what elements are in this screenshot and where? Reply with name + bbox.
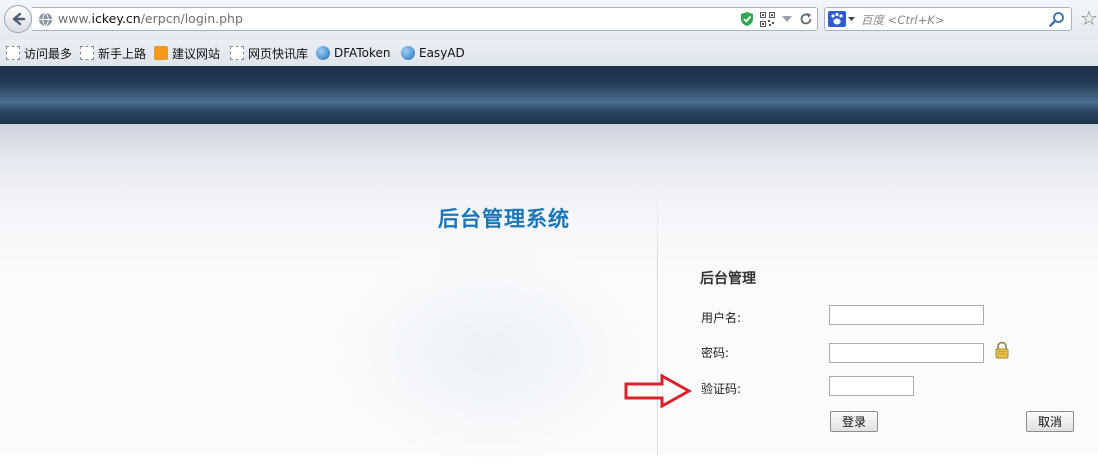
globe-icon (401, 46, 415, 60)
background-glow (330, 244, 650, 464)
back-arrow-icon (12, 12, 26, 26)
url-bar-icons (740, 11, 813, 27)
page-icon (230, 46, 244, 60)
bookmark-label: DFAToken (334, 46, 391, 60)
password-label: 密码: (701, 346, 730, 360)
lock-icon (995, 341, 1009, 359)
browser-toolbar: www.ickey.cn/erpcn/login.php 百度 <Ctrl+K>… (0, 0, 1098, 40)
cancel-button[interactable]: 取消 (1026, 411, 1074, 432)
search-engine-name: 百度 (861, 13, 884, 27)
bookmark-label: 访问最多 (24, 46, 73, 61)
bookmark-item[interactable]: 新手上路 (80, 44, 146, 62)
login-button[interactable]: 登录 (830, 411, 878, 432)
reload-icon[interactable] (799, 12, 813, 26)
globe-icon (316, 46, 330, 60)
bookmark-item[interactable]: DFAToken (316, 44, 390, 62)
paw-icon (828, 11, 846, 27)
site-identity-icon[interactable] (38, 12, 53, 27)
bookmark-label: 网页快讯库 (248, 46, 309, 61)
bookmarks-toolbar: 访问最多 新手上路 建议网站 网页快讯库 DFAToken EasyAD (0, 40, 1098, 67)
orange-bookmark-icon (154, 46, 168, 60)
bookmark-label: 新手上路 (98, 46, 147, 61)
login-page-body (0, 124, 1098, 464)
url-prefix: www. (58, 11, 92, 26)
bookmark-item[interactable]: 网页快讯库 (230, 44, 308, 62)
username-label: 用户名: (701, 311, 742, 325)
engine-dropdown-icon (848, 17, 855, 21)
search-bar[interactable]: 百度 <Ctrl+K> (824, 7, 1072, 31)
captcha-label: 验证码: (701, 382, 742, 396)
bookmark-item[interactable]: 访问最多 (6, 44, 72, 62)
red-arrow-annotation-icon (624, 374, 692, 408)
search-engine-selector[interactable] (828, 11, 855, 27)
login-panel-title: 后台管理 (700, 271, 756, 287)
captcha-input[interactable] (829, 376, 914, 396)
dropdown-arrow-icon[interactable] (781, 14, 793, 24)
url-host: ickey.cn (91, 11, 141, 26)
bookmark-item[interactable]: EasyAD (401, 44, 465, 62)
vertical-divider (657, 184, 658, 455)
url-path: /erpcn/login.php (140, 11, 243, 26)
bookmark-label: EasyAD (419, 46, 465, 60)
search-placeholder[interactable]: 百度 <Ctrl+K> (861, 12, 945, 28)
bookmark-label: 建议网站 (172, 46, 221, 61)
page-icon (6, 46, 20, 60)
back-button[interactable] (4, 5, 32, 33)
password-input[interactable] (829, 343, 984, 363)
search-icon[interactable] (1049, 11, 1065, 27)
url-text[interactable]: www.ickey.cn/erpcn/login.php (58, 11, 243, 26)
shield-icon[interactable] (740, 11, 754, 27)
bookmark-item[interactable]: 建议网站 (154, 44, 220, 62)
site-header-banner (0, 66, 1098, 124)
qr-code-icon[interactable] (760, 11, 775, 27)
system-title: 后台管理系统 (438, 207, 570, 231)
bookmark-star-icon[interactable]: ☆ (1080, 8, 1098, 28)
page-icon (80, 46, 94, 60)
search-shortcut: <Ctrl+K> (887, 13, 945, 27)
address-bar[interactable]: www.ickey.cn/erpcn/login.php (32, 7, 818, 31)
username-input[interactable] (829, 305, 984, 325)
